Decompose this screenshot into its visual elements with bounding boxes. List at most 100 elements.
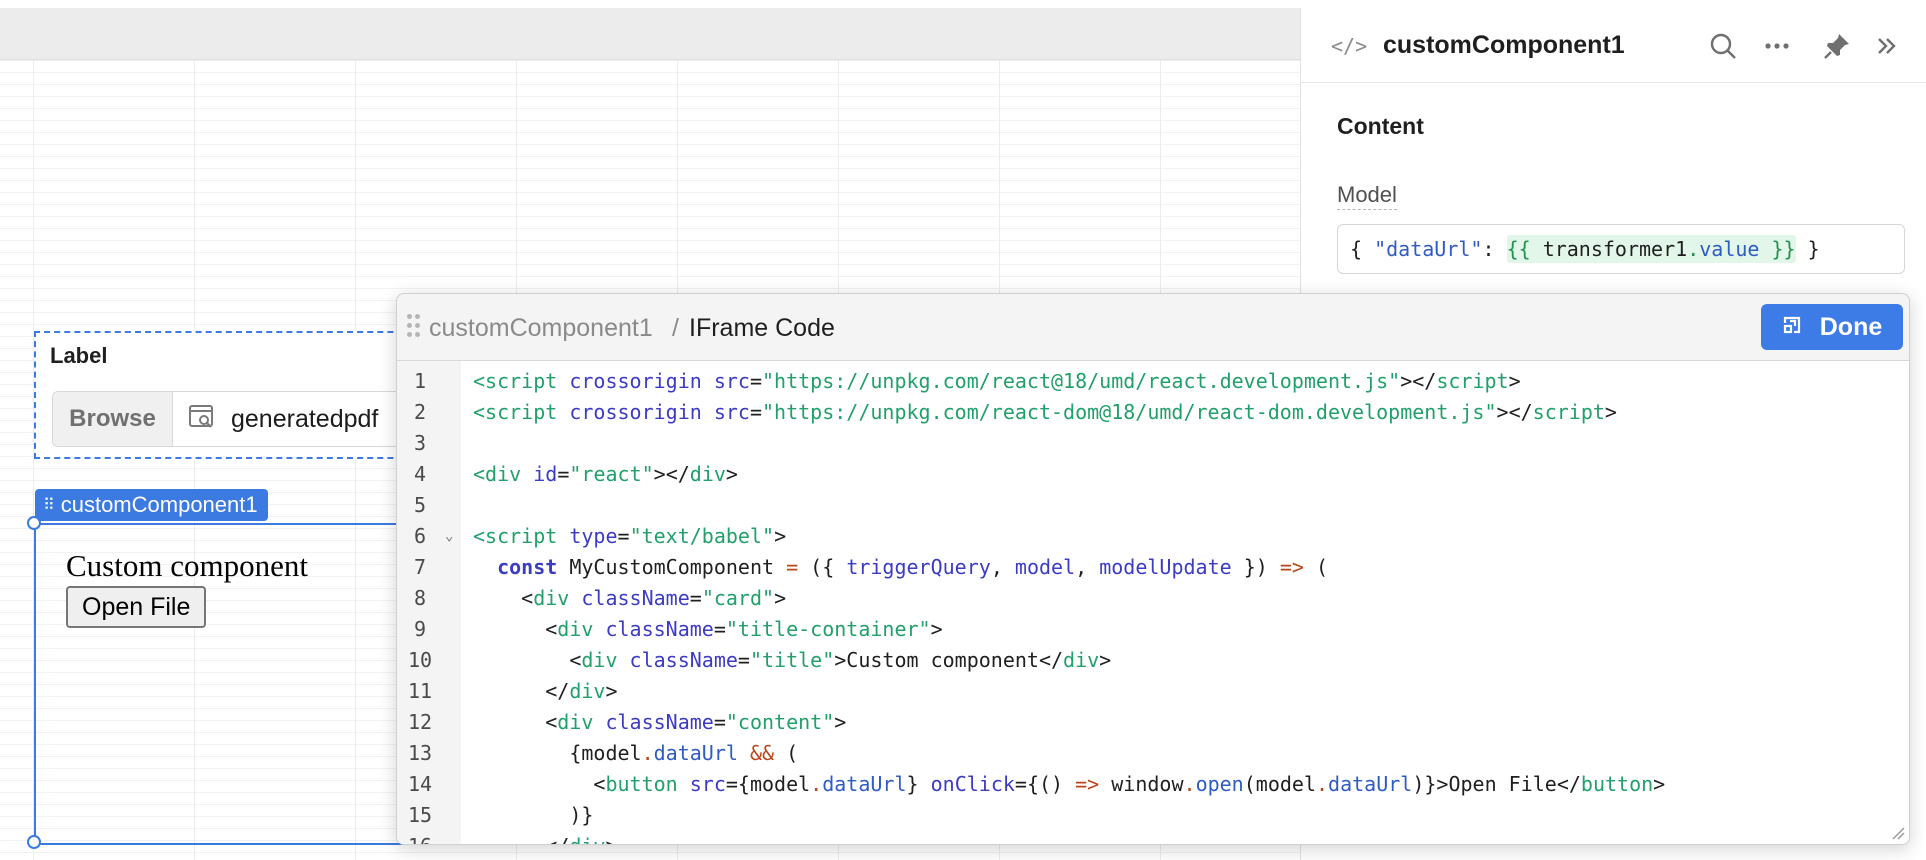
resize-handle-bottom-left[interactable] (27, 835, 41, 849)
code-token: "react" (569, 462, 654, 486)
editor-header[interactable]: customComponent1 / IFrame Code Done (397, 294, 1909, 360)
custom-component-title: Custom component (66, 548, 308, 583)
file-name-area: generatedpdf (173, 392, 378, 446)
open-file-button[interactable]: Open File (66, 586, 207, 628)
line-number: 3 (413, 431, 427, 455)
code-token: ({ (798, 555, 847, 579)
code-token: className (605, 710, 714, 734)
fold-toggle-icon[interactable]: ⌄ (445, 521, 453, 552)
drag-handle-icon[interactable]: ⠿ (43, 495, 55, 515)
code-token: div (569, 679, 606, 703)
component-tag-label: customComponent1 (60, 492, 258, 517)
line-number: 10 (407, 648, 433, 672)
file-name: generatedpdf (231, 404, 379, 433)
code-line[interactable]: 16 </div> (397, 831, 1909, 844)
component-selection-tag[interactable]: ⠿ customComponent1 (35, 489, 268, 521)
code-line[interactable]: 10 <div className="title">Custom compone… (397, 645, 1909, 676)
code-text: <div id="react"></div> (473, 459, 738, 490)
model-template: {{ transformer1.value }} (1506, 235, 1796, 263)
file-input-widget[interactable]: Label Browse generatedpdf (34, 331, 454, 459)
code-token: div (485, 462, 522, 486)
code-text: <script crossorigin src="https://unpkg.c… (473, 366, 1521, 397)
code-line[interactable]: 6 ⌄ <script type="text/babel"> (397, 521, 1909, 552)
resize-handle-top-left[interactable] (27, 516, 41, 530)
collapse-window-icon (1782, 313, 1802, 342)
code-token: ( (1303, 555, 1329, 579)
model-brace-close: } (1795, 237, 1820, 261)
code-line[interactable]: 3 (397, 428, 1909, 459)
code-line[interactable]: 4 <div id="react"></div> (397, 459, 1909, 490)
pin-icon[interactable] (1821, 30, 1853, 62)
code-line[interactable]: 2 <script crossorigin src="https://unpkg.… (397, 397, 1909, 428)
code-token: = (749, 400, 763, 424)
canvas-top-strip (0, 0, 1300, 8)
code-token: crossorigin (569, 369, 702, 393)
model-label: Model (1337, 182, 1397, 210)
template-object: transformer1 (1542, 237, 1688, 261)
code-token: && (749, 741, 775, 765)
line-number: 9 (413, 617, 427, 641)
code-area[interactable]: 1 <script crossorigin src="https://unpkg.… (397, 360, 1909, 844)
browse-button[interactable]: Browse (53, 392, 173, 446)
code-token: className (605, 617, 714, 641)
code-text: <div className="title">Custom component<… (473, 645, 1111, 676)
breadcrumb-component[interactable]: customComponent1 (429, 314, 653, 343)
code-token: > (1604, 400, 1617, 424)
code-token: > (834, 710, 847, 734)
code-line[interactable]: 11 </div> (397, 676, 1909, 707)
code-token: > (1099, 648, 1112, 672)
code-token: div (689, 462, 726, 486)
code-token: )}>Open File</ (1412, 772, 1581, 796)
line-number: 12 (407, 710, 433, 734)
code-token: modelUpdate (1099, 555, 1232, 579)
code-text: </div> (473, 676, 617, 707)
code-token: "text/babel" (629, 524, 775, 548)
code-text: <div className="content"> (473, 707, 846, 738)
code-token: . (641, 741, 654, 765)
line-number: 2 (413, 400, 427, 424)
search-icon[interactable] (1707, 30, 1739, 62)
code-line[interactable]: 1 <script crossorigin src="https://unpkg.… (397, 366, 1909, 397)
code-token: script (485, 524, 558, 548)
code-token: . (1315, 772, 1329, 796)
code-token: < (473, 462, 486, 486)
code-token: "title-container" (725, 617, 931, 641)
code-token: "content" (725, 710, 835, 734)
code-line[interactable]: 7 const MyCustomComponent = ({ triggerQu… (397, 552, 1909, 583)
model-input[interactable]: { "dataUrl": {{ transformer1.value }} } (1337, 224, 1905, 274)
file-input[interactable]: Browse generatedpdf (52, 391, 452, 447)
code-token: , (1075, 555, 1100, 579)
inspector-title[interactable]: customComponent1 (1383, 31, 1625, 60)
code-text: <div className="title-container"> (473, 614, 942, 645)
code-token: < (473, 524, 486, 548)
code-token: ={() (1014, 772, 1076, 796)
model-key: "dataUrl" (1374, 237, 1483, 261)
template-dot: . (1687, 237, 1700, 261)
code-line[interactable]: 13 {model.dataUrl && ( (397, 738, 1909, 769)
code-token: id (533, 462, 558, 486)
code-token: }) (1231, 555, 1280, 579)
more-icon[interactable] (1761, 30, 1793, 62)
drag-handle-icon[interactable] (407, 314, 421, 338)
resize-corner-icon[interactable] (1891, 826, 1905, 840)
code-token: crossorigin (569, 400, 702, 424)
code-token: "https://unpkg.com/react-dom@18/umd/reac… (762, 400, 1497, 424)
code-token: ( (774, 741, 799, 765)
file-preview-icon[interactable] (187, 402, 217, 437)
code-line[interactable]: 9 <div className="title-container"> (397, 614, 1909, 645)
code-line[interactable]: 8 <div className="card"> (397, 583, 1909, 614)
code-token: onClick (930, 772, 1015, 796)
collapse-icon[interactable] (1871, 30, 1903, 62)
code-token: < (473, 710, 558, 734)
code-token: < (473, 617, 558, 641)
code-line[interactable]: 5 (397, 490, 1909, 521)
code-token: , (990, 555, 1015, 579)
code-line[interactable]: 12 <div className="content"> (397, 707, 1909, 738)
done-button[interactable]: Done (1761, 304, 1903, 350)
iframe-code-editor: customComponent1 / IFrame Code Done 1 <sc… (396, 293, 1910, 845)
code-line[interactable]: 14 <button src={model.dataUrl} onClick={… (397, 769, 1909, 800)
code-line[interactable]: 15 )} (397, 800, 1909, 831)
